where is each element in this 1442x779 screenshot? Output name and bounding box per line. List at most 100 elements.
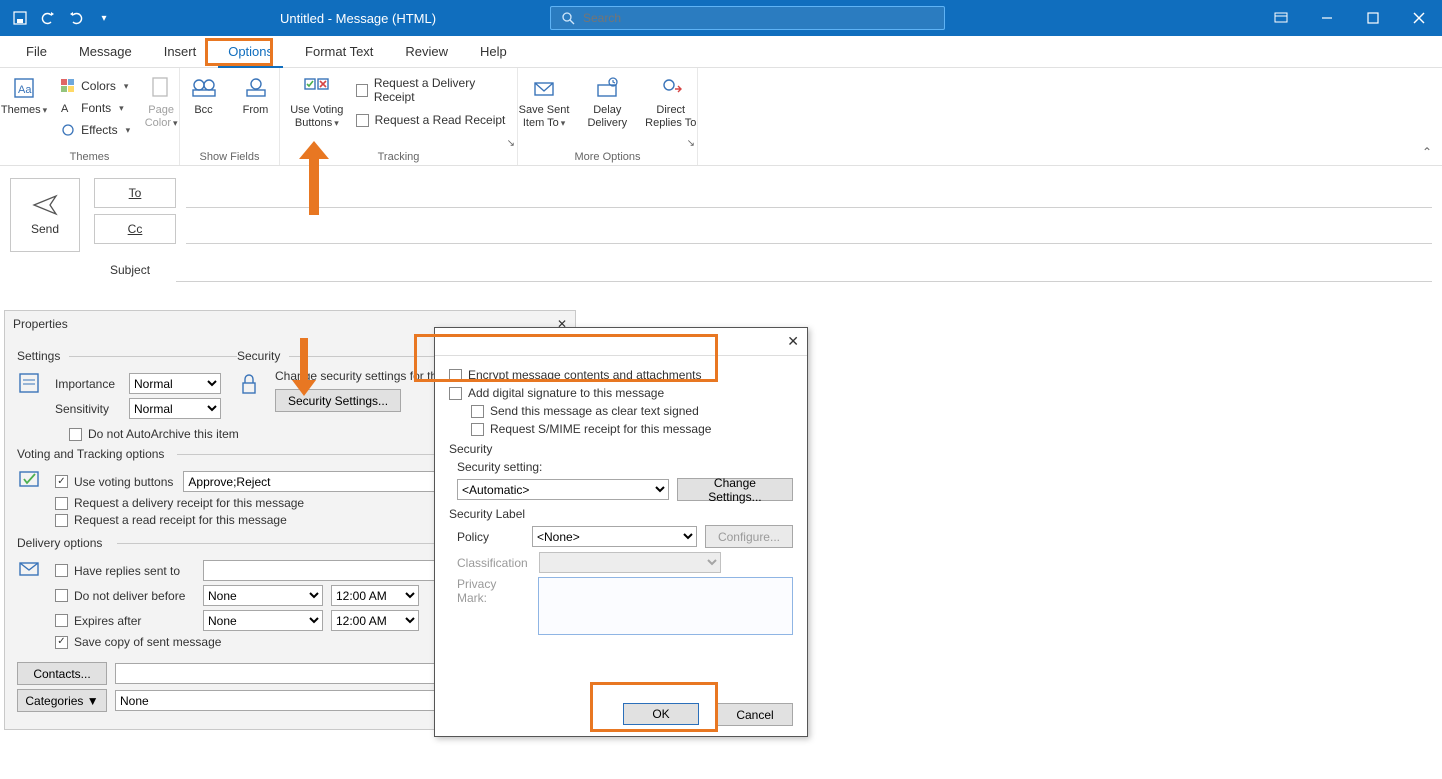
- security-setting-select[interactable]: <Automatic>: [457, 479, 669, 500]
- more-options-group-label: More Options: [574, 149, 640, 163]
- themes-button[interactable]: Aa Themes: [0, 72, 51, 119]
- send-button[interactable]: Send: [10, 178, 80, 252]
- req-delivery-label: Request a delivery receipt for this mess…: [74, 496, 304, 510]
- settings-icon: [17, 369, 47, 423]
- subject-label: Subject: [10, 263, 176, 277]
- fonts-button[interactable]: A Fonts: [61, 98, 130, 118]
- qat-more-icon[interactable]: ▾: [92, 6, 116, 30]
- ribbon-tabs: File Message Insert Options Format Text …: [0, 36, 1442, 68]
- categories-button[interactable]: Categories ▼: [17, 689, 107, 712]
- checkbox-icon[interactable]: [55, 614, 68, 627]
- cancel-button[interactable]: Cancel: [717, 703, 793, 726]
- maximize-icon[interactable]: [1350, 0, 1396, 36]
- checkbox-icon[interactable]: [55, 636, 68, 649]
- to-field[interactable]: [186, 178, 1432, 208]
- search-box[interactable]: [550, 6, 945, 30]
- security-header: Security: [237, 349, 280, 363]
- contacts-button[interactable]: Contacts...: [17, 662, 107, 685]
- cleartext-checkbox[interactable]: Send this message as clear text signed: [471, 404, 793, 418]
- save-icon[interactable]: [8, 6, 32, 30]
- change-settings-button[interactable]: Change Settings...: [677, 478, 793, 501]
- deliver-before-label: Do not deliver before: [74, 589, 185, 603]
- redo-icon[interactable]: [64, 6, 88, 30]
- signature-checkbox[interactable]: Add digital signature to this message: [449, 386, 793, 400]
- cc-field[interactable]: [186, 214, 1432, 244]
- security-section-label: Security: [449, 442, 793, 456]
- more-options-launcher-icon[interactable]: ↘: [687, 138, 695, 149]
- properties-title: Properties: [13, 317, 68, 331]
- policy-select[interactable]: <None>: [532, 526, 697, 547]
- checkbox-icon[interactable]: [55, 497, 68, 510]
- settings-header: Settings: [17, 349, 60, 363]
- autoarchive-label: Do not AutoArchive this item: [88, 427, 239, 441]
- window-title: Untitled - Message (HTML): [280, 11, 436, 26]
- bcc-icon: [190, 74, 218, 102]
- direct-replies-to-button[interactable]: Direct Replies To: [641, 72, 700, 132]
- policy-label: Policy: [457, 530, 524, 544]
- classification-label: Classification: [457, 556, 531, 570]
- security-setting-label: Security setting:: [457, 460, 793, 474]
- checkbox-icon[interactable]: [55, 514, 68, 527]
- security-properties-close-icon[interactable]: ✕: [787, 333, 799, 350]
- voting-dialog-icon: [17, 467, 47, 530]
- effects-button[interactable]: Effects: [61, 120, 130, 140]
- importance-label: Importance: [55, 377, 121, 391]
- checkbox-icon[interactable]: [69, 428, 82, 441]
- security-label-section: Security Label: [449, 507, 793, 521]
- request-delivery-receipt[interactable]: Request a Delivery Receipt: [356, 80, 509, 100]
- ribbon-display-icon[interactable]: [1258, 0, 1304, 36]
- svg-text:Aa: Aa: [18, 84, 32, 96]
- themes-group-label: Themes: [70, 149, 110, 163]
- encrypt-checkbox[interactable]: Encrypt message contents and attachments: [449, 368, 793, 382]
- minimize-icon[interactable]: [1304, 0, 1350, 36]
- expires-time-select[interactable]: 12:00 AM: [331, 610, 419, 631]
- checkbox-icon[interactable]: [55, 475, 68, 488]
- compose-area: Send To Cc Subject: [0, 166, 1442, 292]
- importance-select[interactable]: Normal: [129, 373, 221, 394]
- deliver-time-select[interactable]: 12:00 AM: [331, 585, 419, 606]
- tab-message[interactable]: Message: [63, 36, 148, 68]
- request-read-receipt[interactable]: Request a Read Receipt: [356, 110, 509, 130]
- window-buttons: [1258, 0, 1442, 36]
- cc-button[interactable]: Cc: [94, 214, 176, 244]
- tab-insert[interactable]: Insert: [148, 36, 213, 68]
- subject-field[interactable]: [176, 258, 1432, 282]
- bcc-button[interactable]: Bcc: [183, 72, 225, 119]
- checkbox-icon: [471, 423, 484, 436]
- tab-help[interactable]: Help: [464, 36, 523, 68]
- tracking-group-label: Tracking: [378, 149, 420, 163]
- smime-checkbox[interactable]: Request S/MIME receipt for this message: [471, 422, 793, 436]
- save-sent-icon: [530, 74, 558, 102]
- page-color-button[interactable]: Page Color: [140, 72, 182, 132]
- voting-icon: [303, 74, 331, 102]
- collapse-ribbon-icon[interactable]: ⌃: [1422, 145, 1432, 159]
- svg-text:A: A: [61, 103, 69, 115]
- expires-date-select[interactable]: None: [203, 610, 323, 631]
- use-voting-buttons[interactable]: Use Voting Buttons: [288, 72, 346, 132]
- security-settings-button[interactable]: Security Settings...: [275, 389, 401, 412]
- delay-delivery-button[interactable]: Delay Delivery: [583, 72, 631, 132]
- close-icon[interactable]: [1396, 0, 1442, 36]
- from-button[interactable]: From: [235, 72, 277, 119]
- search-input[interactable]: [583, 11, 944, 25]
- save-sent-item-to-button[interactable]: Save Sent Item To: [515, 72, 574, 132]
- checkbox-icon[interactable]: [55, 589, 68, 602]
- from-icon: [242, 74, 270, 102]
- tab-file[interactable]: File: [10, 36, 63, 68]
- tab-review[interactable]: Review: [389, 36, 464, 68]
- show-fields-group-label: Show Fields: [200, 149, 260, 163]
- undo-icon[interactable]: [36, 6, 60, 30]
- checkbox-icon: [471, 405, 484, 418]
- colors-button[interactable]: Colors: [61, 76, 130, 96]
- sensitivity-select[interactable]: Normal: [129, 398, 221, 419]
- ok-button[interactable]: OK: [623, 703, 699, 725]
- tab-options[interactable]: Options: [212, 36, 289, 68]
- tab-format-text[interactable]: Format Text: [289, 36, 389, 68]
- checkbox-icon: [449, 369, 462, 382]
- have-replies-label: Have replies sent to: [74, 564, 180, 578]
- req-read-label: Request a read receipt for this message: [74, 513, 287, 527]
- to-button[interactable]: To: [94, 178, 176, 208]
- checkbox-icon[interactable]: [55, 564, 68, 577]
- deliver-date-select[interactable]: None: [203, 585, 323, 606]
- classification-select: [539, 552, 721, 573]
